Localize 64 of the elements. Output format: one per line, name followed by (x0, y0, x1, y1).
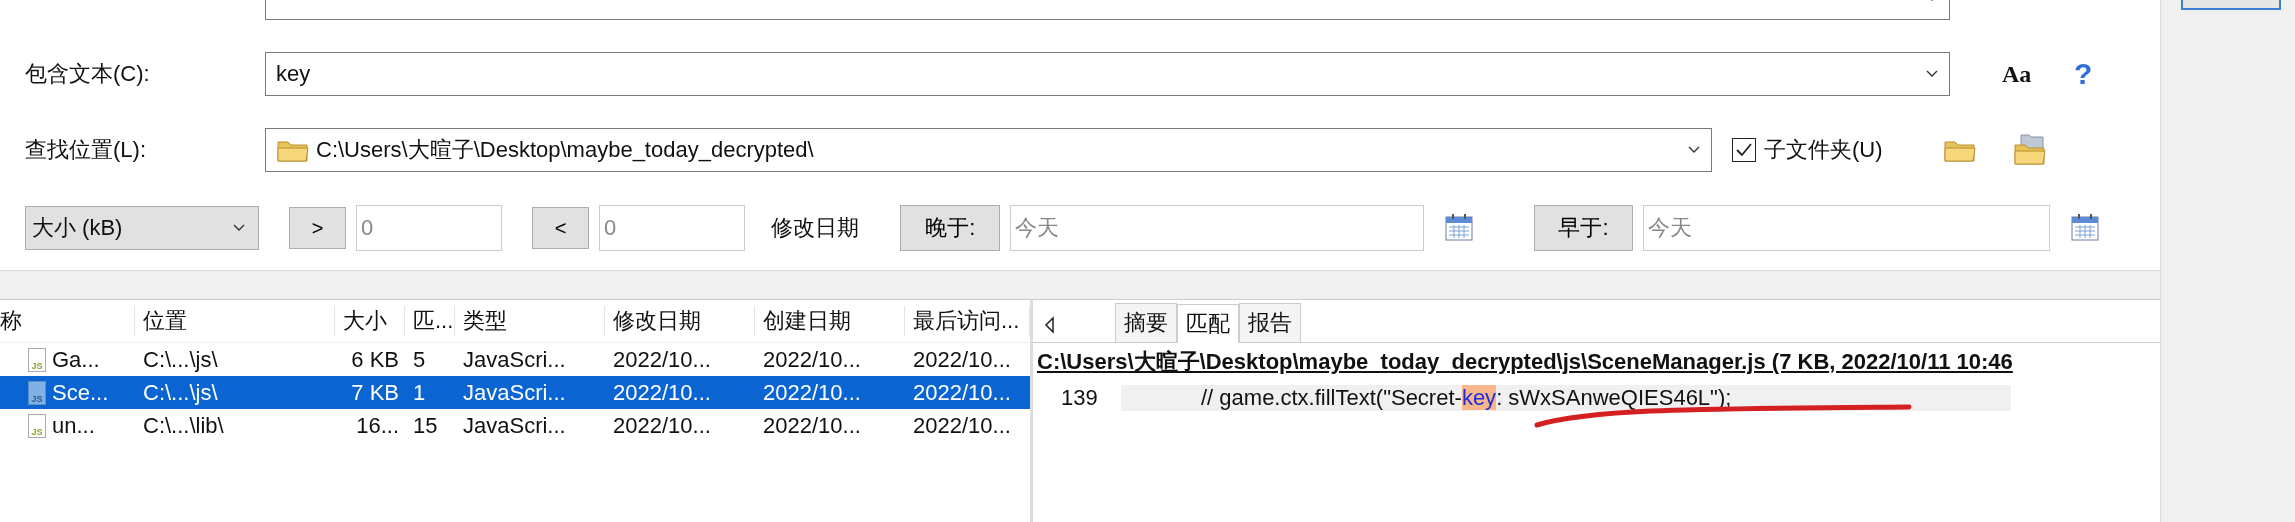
table-cell-text: 2022/10... (612, 379, 712, 406)
table-cell-text: 2022/10... (912, 412, 1012, 439)
table-cell-text: 5 (412, 346, 427, 373)
table-cell-text: 2022/10... (912, 379, 1012, 406)
operator-button[interactable]: < (532, 207, 589, 249)
js-file-icon: JS (28, 413, 46, 438)
number-field[interactable]: 0 (598, 205, 745, 251)
column-header[interactable]: 大小 (335, 306, 405, 336)
table-cell-text: 2022/10... (912, 346, 1012, 373)
result-row[interactable]: JS un... C:\...\lib\ 16... 15 JavaScri... 2022/10... 2022/10... 2022/10... (0, 409, 1030, 442)
text-combo-field[interactable]: key (265, 52, 1950, 96)
field-label: 包含文本(C): (24, 60, 151, 88)
scroll-left-icon[interactable] (1043, 316, 1055, 334)
date-mode-button[interactable]: 早于: (1533, 205, 1634, 251)
match-case-toggle[interactable]: Aa (2002, 60, 2042, 88)
table-cell-text: 2022/10... (612, 346, 712, 373)
date-label: 修改日期 (770, 214, 860, 242)
table-cell-text: 1 (412, 379, 427, 406)
table-cell-text: JavaScri... (462, 346, 567, 373)
line-number: 139 (1060, 385, 1099, 411)
table-cell-text: JavaScri... (462, 412, 567, 439)
calendar-icon[interactable] (2069, 213, 2100, 243)
column-header[interactable]: 最后访问... (905, 306, 1030, 336)
js-file-icon: JS (28, 380, 46, 405)
table-cell-text: 15 (412, 412, 439, 439)
tab[interactable]: 摘要 (1115, 303, 1177, 342)
file-path-header: C:\Users\大暄子\Desktop\maybe_today_decrypted\js\SceneManager.js (7 KB, 2022/10/11 10:46 (1036, 348, 2014, 376)
field-label: 查找位置(L): (24, 136, 147, 164)
tab[interactable]: 匹配 (1177, 304, 1239, 343)
calendar-icon[interactable] (1443, 213, 1474, 243)
table-cell: Ga... (52, 346, 100, 373)
table-cell-text: 7 KB (350, 379, 400, 406)
js-file-icon: JS (28, 347, 46, 372)
table-cell-text: 6 KB (350, 346, 400, 373)
column-header[interactable]: 位置 (135, 306, 335, 336)
table-cell-text: JavaScri... (462, 379, 567, 406)
table-cell: Sce... (52, 379, 109, 406)
column-header[interactable]: 修改日期 (605, 306, 755, 336)
date-mode-button[interactable]: 晚于: (900, 205, 1001, 251)
size-dropdown[interactable]: 大小 (kB) (25, 206, 260, 250)
tab[interactable]: 报告 (1239, 303, 1301, 342)
table-cell-text: 2022/10... (762, 412, 862, 439)
help-icon[interactable]: ? (2074, 57, 2093, 91)
table-cell-text: 2022/10... (762, 379, 862, 406)
table-cell-text: C:\...\js\ (142, 346, 219, 373)
table-cell-text: C:\...\js\ (142, 379, 219, 406)
column-header[interactable]: 类型 (455, 306, 605, 336)
checkbox-label: 子文件夹(U) (1764, 136, 1883, 164)
result-row[interactable]: JS Ga... C:\...\js\ 6 KB 5 JavaScri... 2022/10... 2022/10... 2022/10... (0, 343, 1030, 376)
number-field[interactable]: 0 (356, 205, 503, 251)
table-cell-text: 2022/10... (762, 346, 862, 373)
date-field[interactable]: 今天 (1643, 205, 2050, 251)
table-cell: un... (52, 412, 95, 439)
date-field[interactable]: 今天 (1010, 205, 1424, 251)
table-cell-text: 2022/10... (612, 412, 712, 439)
location-combo-field[interactable]: C:\Users\大暄子\Desktop\maybe_today_decrypted\ (265, 128, 1712, 172)
column-header[interactable]: 匹... (405, 306, 455, 336)
subfolder-checkbox[interactable] (1732, 138, 1756, 162)
table-cell-text: 16... (355, 412, 400, 439)
column-header[interactable]: 创建日期 (755, 306, 905, 336)
result-row[interactable]: JS Sce... C:\...\js\ 7 KB 1 JavaScri... 2022/10... 2022/10... 2022/10... (0, 376, 1030, 409)
column-header[interactable]: 称 (0, 306, 135, 336)
table-cell-text: C:\...\lib\ (142, 412, 225, 439)
operator-button[interactable]: > (289, 207, 347, 249)
